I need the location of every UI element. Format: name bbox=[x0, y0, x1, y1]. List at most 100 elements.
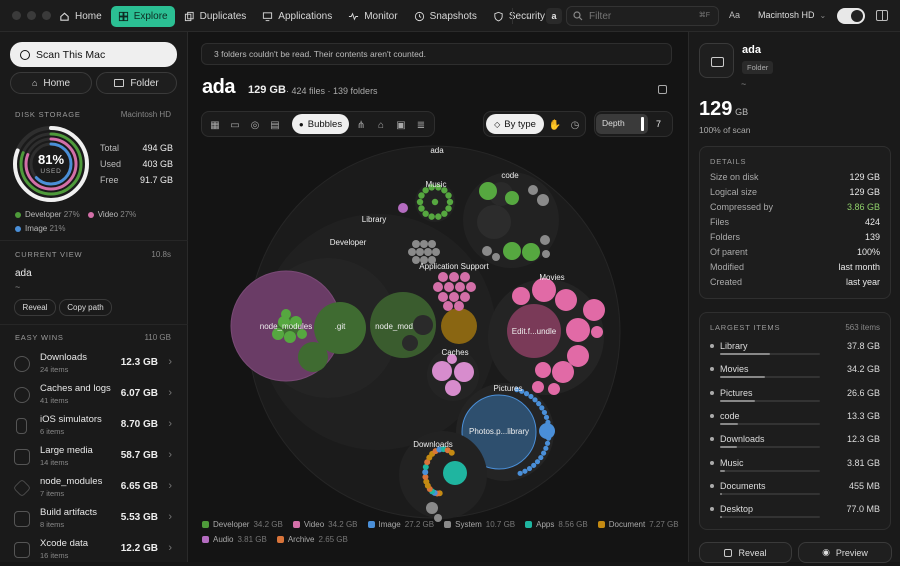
largest-item[interactable]: Downloads 12.3 GB bbox=[710, 434, 880, 456]
largest-item[interactable]: Library 37.8 GB bbox=[710, 341, 880, 363]
chevron-down-icon: ⌄ bbox=[819, 10, 827, 20]
volume-select[interactable]: Macintosh HD ⌄ bbox=[758, 10, 826, 20]
copy-path-button[interactable]: Copy path bbox=[59, 299, 112, 316]
bubble-dot bbox=[418, 192, 425, 199]
chevron-right-icon: › bbox=[168, 418, 172, 430]
legend-video: Video 27% bbox=[87, 210, 136, 219]
largest-item-value: 455 MB bbox=[848, 480, 880, 491]
label-library: Library bbox=[362, 215, 386, 224]
disk-storage-title: DISK STORAGE bbox=[15, 110, 81, 119]
largest-item-value: 26.6 GB bbox=[846, 387, 880, 398]
item-size-unit: GB bbox=[735, 107, 749, 117]
bullet bbox=[710, 437, 714, 442]
explore-panel: 3 folders couldn't be read. Their conten… bbox=[188, 32, 688, 562]
easy-win-title: iOS simulators bbox=[40, 414, 102, 425]
grid-icon bbox=[118, 11, 128, 21]
largest-item[interactable]: Movies 34.2 GB bbox=[710, 364, 880, 386]
type-legend: Developer 34.2 GB Video 34.2 GB Image 27.2 … bbox=[202, 520, 682, 544]
details-panel: ada Folder ~ 129 GB 100% of scan DETAILS… bbox=[688, 32, 900, 563]
reveal-button[interactable]: Reveal bbox=[14, 299, 56, 316]
tab-home[interactable]: Home bbox=[52, 6, 109, 27]
legend-image: Image 21% bbox=[15, 224, 65, 233]
item-size-number: 129 bbox=[699, 98, 733, 120]
tab-applications[interactable]: Applications bbox=[255, 6, 339, 27]
current-view-path: ~ bbox=[15, 282, 21, 292]
monitor-icon bbox=[263, 11, 273, 21]
easy-win-title: Caches and logs bbox=[40, 383, 111, 394]
easy-win-value: 6.07 GB bbox=[120, 388, 158, 399]
reveal-in-finder-button[interactable]: Reveal bbox=[699, 542, 792, 563]
largest-item-name: Documents bbox=[720, 480, 766, 491]
bubble-dot bbox=[431, 198, 439, 206]
package-icon bbox=[12, 478, 32, 498]
close-dot[interactable] bbox=[12, 11, 21, 20]
stat-free-value: 91.7 GB bbox=[139, 175, 173, 185]
sidebar-toggle-icon[interactable] bbox=[876, 10, 888, 21]
bubble-chart[interactable]: ada Music code Library Developer Applica… bbox=[188, 32, 688, 562]
largest-item[interactable]: Documents 455 MB bbox=[710, 481, 880, 503]
bubble-dot bbox=[460, 272, 470, 282]
easy-win-value: 5.53 GB bbox=[120, 512, 158, 523]
back-chevron-icon[interactable]: ‹ bbox=[526, 8, 530, 22]
tab-explore[interactable]: Explore bbox=[110, 5, 175, 27]
detail-created: Created last year bbox=[710, 277, 880, 287]
tab-snapshots[interactable]: Snapshots bbox=[407, 6, 484, 27]
largest-item[interactable]: Desktop 77.0 MB bbox=[710, 504, 880, 526]
minimize-dot[interactable] bbox=[27, 11, 36, 20]
bubble-dot bbox=[454, 301, 464, 311]
bullet bbox=[710, 483, 714, 488]
bubble-dot bbox=[526, 465, 533, 472]
theme-toggle[interactable] bbox=[837, 8, 865, 24]
legend-item-image: Image 27.2 GB bbox=[367, 520, 434, 529]
largest-item[interactable]: code 13.3 GB bbox=[710, 411, 880, 433]
item-path: ~ bbox=[741, 79, 747, 89]
tab-monitor[interactable]: Monitor bbox=[341, 6, 404, 27]
largest-item[interactable]: Pictures 26.6 GB bbox=[710, 388, 880, 410]
legend-developer: Developer 27% bbox=[15, 210, 80, 219]
easy-win-build-artifacts[interactable]: Build artifacts 8 items 5.53 GB › bbox=[10, 505, 180, 535]
tab-security[interactable]: Security bbox=[486, 6, 552, 27]
easy-win-caches[interactable]: Caches and logs 41 items 6.07 GB › bbox=[10, 381, 180, 411]
zoom-dot[interactable] bbox=[42, 11, 51, 20]
nav-letter-button[interactable]: a bbox=[546, 8, 562, 24]
reveal-label: Reveal bbox=[738, 547, 767, 558]
stat-total-label: Total bbox=[100, 143, 120, 153]
largest-item-bar bbox=[720, 516, 820, 519]
largest-item-bar bbox=[720, 399, 820, 402]
bubble-dot bbox=[445, 192, 452, 199]
label-developer: Developer bbox=[330, 238, 367, 247]
easy-win-large-media[interactable]: Large media 14 items 58.7 GB › bbox=[10, 443, 180, 473]
largest-item[interactable]: Music 3.81 GB bbox=[710, 458, 880, 480]
detail-modified: Modified last month bbox=[710, 262, 880, 272]
easy-wins-title: EASY WINS bbox=[15, 333, 64, 342]
detail-folders: Folders 139 bbox=[710, 232, 880, 242]
detail-logical-size: Logical size 129 GB bbox=[710, 187, 880, 197]
preview-label: Preview bbox=[835, 547, 868, 558]
font-size-button[interactable]: Aa bbox=[729, 10, 740, 20]
detail-size-on-disk: Size on disk 129 GB bbox=[710, 172, 880, 182]
search-input[interactable] bbox=[589, 10, 689, 22]
easy-win-sub: 6 items bbox=[40, 427, 65, 436]
scan-this-mac-button[interactable]: Scan This Mac bbox=[10, 42, 177, 67]
largest-item-value: 37.8 GB bbox=[846, 341, 880, 351]
bullet bbox=[710, 390, 714, 395]
easy-win-value: 12.3 GB bbox=[120, 357, 158, 368]
folder-button-label: Folder bbox=[130, 77, 159, 89]
disk-legend: Developer 27% Video 27% bbox=[15, 210, 136, 219]
search-field[interactable]: ⌘F bbox=[566, 6, 719, 26]
largest-item-value: 12.3 GB bbox=[846, 434, 880, 445]
easy-win-node-modules[interactable]: node_modules 7 items 6.65 GB › bbox=[10, 474, 180, 504]
stat-total-value: 494 GB bbox=[142, 143, 173, 153]
easy-win-downloads[interactable]: Downloads 24 items 12.3 GB › bbox=[10, 350, 180, 380]
home-button[interactable]: ⌂ Home bbox=[10, 72, 92, 94]
top-bar: Home Explore Duplicates Applications Mon… bbox=[0, 0, 900, 32]
bubble-dot bbox=[441, 210, 448, 217]
largest-item-bar bbox=[720, 469, 820, 472]
easy-win-ios-simulators[interactable]: iOS simulators 6 items 8.70 GB › bbox=[10, 412, 180, 442]
largest-item-bar bbox=[720, 422, 820, 425]
preview-button[interactable]: ◉ Preview bbox=[798, 542, 892, 563]
folder-button[interactable]: Folder bbox=[96, 72, 177, 94]
bullet bbox=[710, 344, 714, 348]
bubble-dot bbox=[418, 205, 425, 212]
tab-duplicates[interactable]: Duplicates bbox=[177, 6, 254, 27]
